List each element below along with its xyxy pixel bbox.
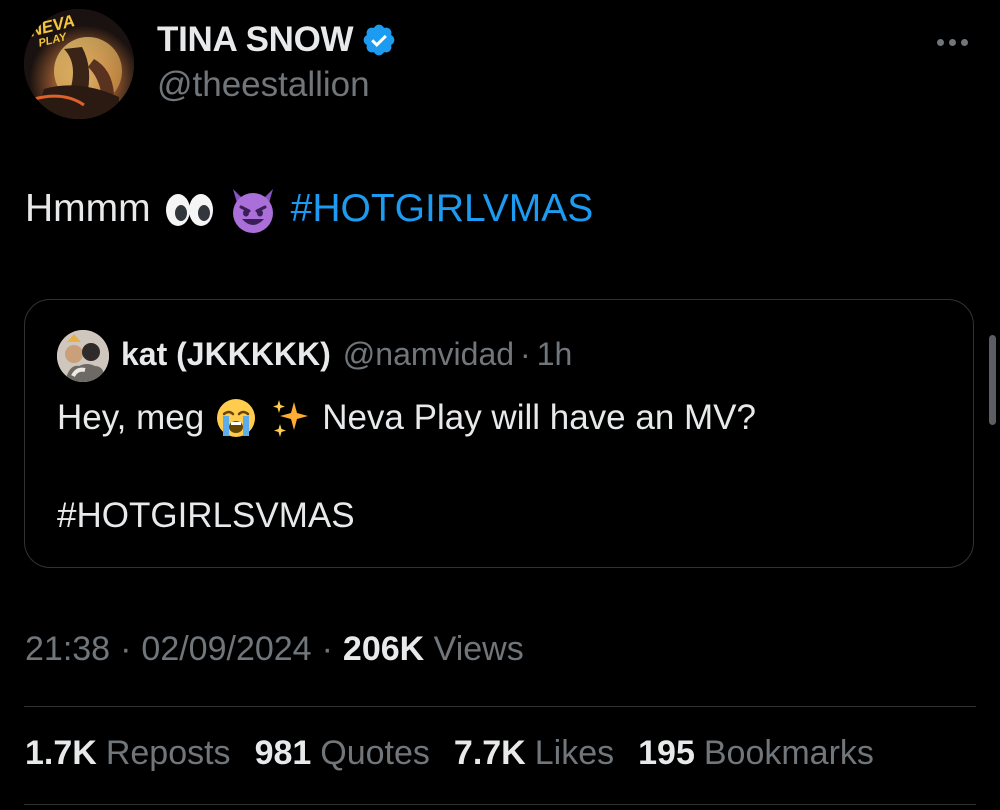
quotes-stat[interactable]: 981 Quotes <box>255 734 430 773</box>
bookmarks-label: Bookmarks <box>703 734 874 772</box>
quoted-text-before: Hey, meg <box>57 398 205 437</box>
tweet-stats: 1.7K Reposts 981 Quotes 7.7K Likes 195 B… <box>25 734 874 773</box>
quoted-time: 1h <box>536 336 573 372</box>
author-name-row: TINA SNOW <box>157 18 397 62</box>
tweet-date[interactable]: 02/09/2024 <box>141 630 311 669</box>
loudly-crying-emoji-icon <box>217 399 256 437</box>
quoted-author-avatar[interactable] <box>57 330 109 382</box>
scrollbar[interactable] <box>989 335 996 425</box>
dot <box>936 38 944 46</box>
quoted-avatar-image <box>57 330 109 382</box>
bookmarks-stat[interactable]: 195 Bookmarks <box>638 734 874 773</box>
quoted-tweet-card[interactable]: kat (JKKKKK) @namvidad · 1h Hey, meg Nev… <box>24 299 974 568</box>
meta-separator: · <box>120 630 132 668</box>
quoted-header: kat (JKKKKK) @namvidad · 1h <box>121 336 572 373</box>
likes-stat[interactable]: 7.7K Likes <box>454 734 614 773</box>
reposts-stat[interactable]: 1.7K Reposts <box>25 734 231 773</box>
tweet-time[interactable]: 21:38 <box>25 630 110 669</box>
divider <box>24 706 976 707</box>
more-options-icon[interactable] <box>930 30 974 54</box>
bookmarks-count: 195 <box>638 734 695 772</box>
divider <box>24 804 976 805</box>
author-handle[interactable]: @theestallion <box>157 65 370 105</box>
tweet-meta: 21:38 · 02/09/2024 · 206K Views <box>25 630 524 669</box>
dot <box>960 38 968 46</box>
quoted-separator: · <box>520 336 531 372</box>
avatar-image: NEVA PLAY <box>24 9 134 119</box>
views-count: 206K <box>342 630 425 668</box>
views-label: Views <box>433 630 524 668</box>
quotes-label: Quotes <box>320 734 430 772</box>
quoted-text-after: Neva Play will have an MV? <box>322 398 756 437</box>
tweet-text: Hmmm #HOTGIRLVMAS <box>25 183 593 235</box>
tweet-detail: NEVA PLAY TINA SNOW @theestallion Hmmm #… <box>0 0 1000 810</box>
quoted-text: Hey, meg Neva Play will have an MV? <box>57 394 756 442</box>
author-avatar[interactable]: NEVA PLAY <box>24 9 134 119</box>
quotes-count: 981 <box>254 734 312 772</box>
tweet-text-content: Hmmm <box>25 187 151 230</box>
smiling-devil-emoji-icon <box>232 189 273 233</box>
verified-badge-icon[interactable] <box>361 22 397 58</box>
author-display-name[interactable]: TINA SNOW <box>157 20 354 60</box>
reposts-label: Reposts <box>105 734 231 772</box>
quoted-handle: @namvidad <box>342 336 515 372</box>
likes-label: Likes <box>534 734 615 772</box>
quoted-display-name: kat (JKKKKK) <box>121 336 331 372</box>
eyes-emoji-icon <box>165 194 213 226</box>
meta-separator: · <box>321 630 333 668</box>
likes-count: 7.7K <box>453 734 526 772</box>
views-group[interactable]: 206K Views <box>343 630 524 669</box>
quoted-hashtag: #HOTGIRLSVMAS <box>57 496 355 535</box>
sparkles-emoji-icon <box>273 400 309 437</box>
dot <box>948 38 956 46</box>
tweet-hashtag-link[interactable]: #HOTGIRLVMAS <box>291 183 594 235</box>
reposts-count: 1.7K <box>25 734 97 772</box>
